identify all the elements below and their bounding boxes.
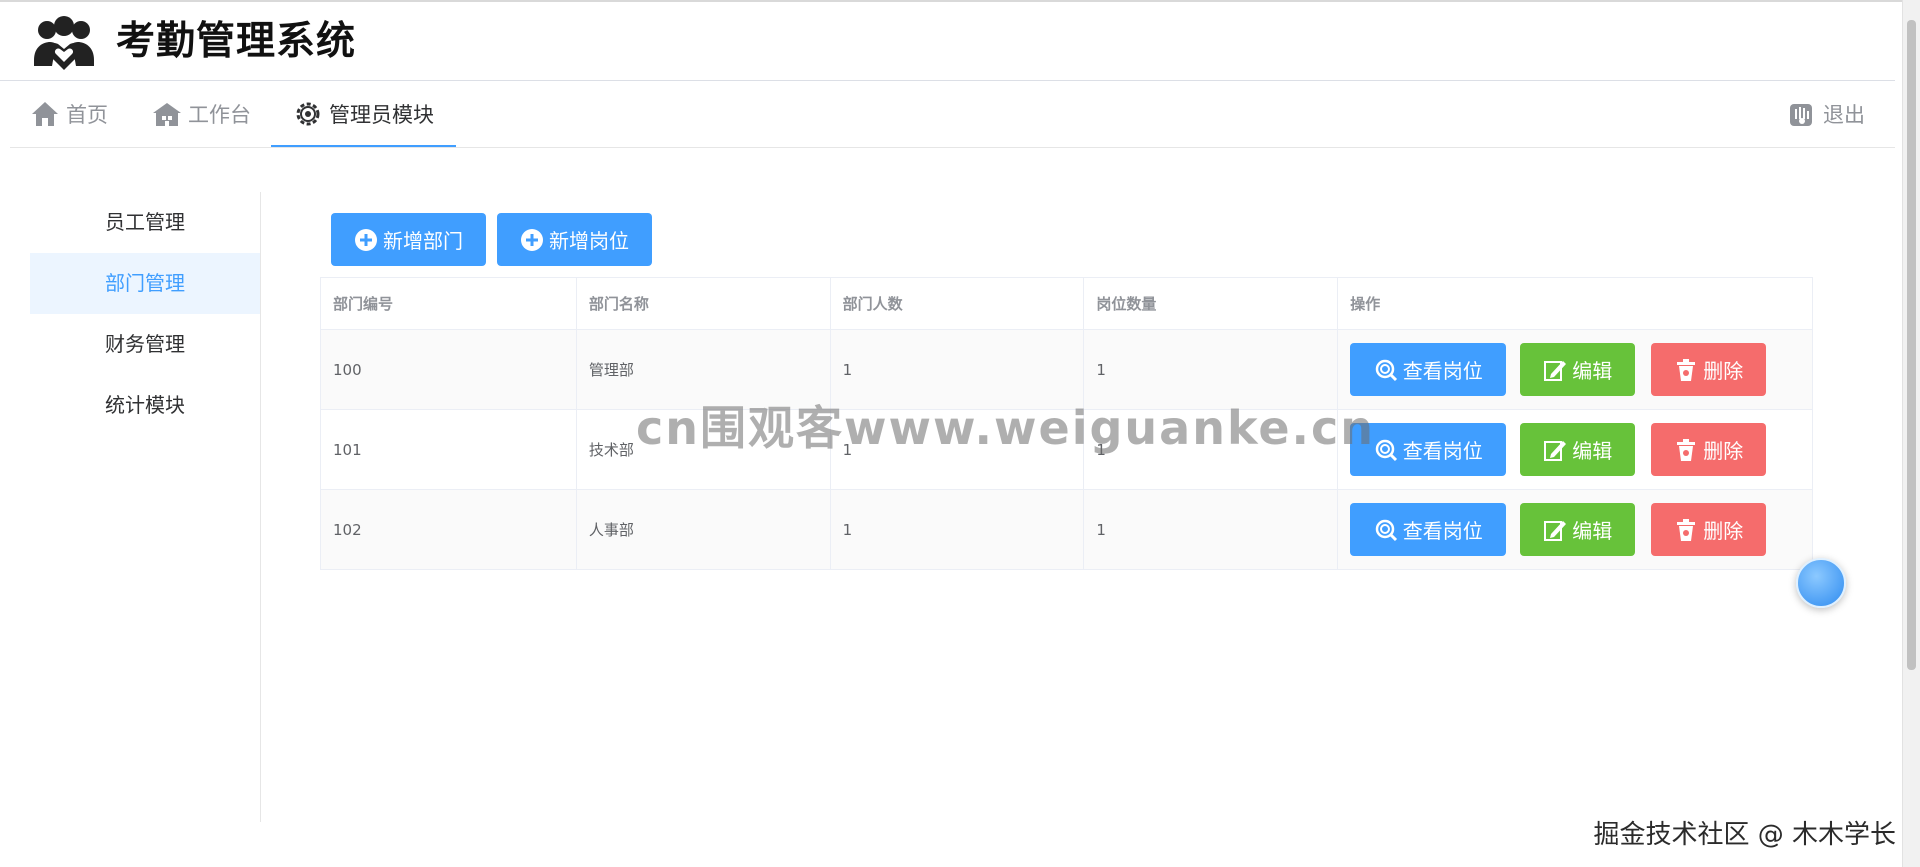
sidebar: 员工管理 部门管理 财务管理 统计模块 [30, 192, 261, 822]
trash-icon [1674, 518, 1698, 542]
circle-plus-icon [354, 228, 378, 252]
cell-dept-name: 人事部 [575, 489, 831, 570]
logout-button[interactable]: 退出 [1787, 81, 1865, 147]
edit-icon [1543, 518, 1567, 542]
cell-dept-id: 100 [320, 329, 577, 410]
edit-icon [1543, 438, 1567, 462]
nav-workbench[interactable]: 工作台 [152, 81, 251, 147]
app-header: 考勤管理系统 [0, 0, 1895, 81]
cell-actions: 查看岗位 编辑 删除 [1337, 409, 1813, 490]
edit-icon [1543, 358, 1567, 382]
gear-icon [293, 99, 323, 129]
cell-dept-id: 101 [320, 409, 577, 490]
delete-label: 删除 [1703, 359, 1744, 383]
sidebar-item-department[interactable]: 部门管理 [30, 253, 260, 314]
add-post-label: 新增岗位 [549, 229, 629, 253]
cell-dept-posts: 1 [1083, 489, 1339, 570]
users-heart-icon [30, 16, 98, 72]
house-icon [152, 99, 182, 129]
floating-assistant-button[interactable] [1796, 558, 1846, 608]
scrollbar-thumb[interactable] [1907, 20, 1916, 670]
sidebar-item-finance[interactable]: 财务管理 [30, 314, 260, 375]
view-posts-button[interactable]: 查看岗位 [1350, 503, 1507, 556]
delete-button[interactable]: 删除 [1651, 503, 1767, 556]
view-posts-label: 查看岗位 [1402, 439, 1483, 463]
edit-label: 编辑 [1572, 359, 1613, 383]
column-header: 岗位数量 [1083, 277, 1339, 330]
cell-dept-id: 102 [320, 489, 577, 570]
search-icon [1374, 438, 1398, 462]
delete-label: 删除 [1703, 519, 1744, 543]
delete-label: 删除 [1703, 439, 1744, 463]
view-posts-button[interactable]: 查看岗位 [1350, 343, 1507, 396]
cell-actions: 查看岗位 编辑 删除 [1337, 489, 1813, 570]
edit-label: 编辑 [1572, 519, 1613, 543]
delete-button[interactable]: 删除 [1651, 343, 1767, 396]
column-header: 部门人数 [829, 277, 1085, 330]
top-nav: 首页 工作台 管理员模块 退出 [10, 81, 1895, 148]
view-posts-label: 查看岗位 [1402, 519, 1483, 543]
watermark-corner: 掘金技术社区 @ 木木学长 [1593, 820, 1896, 850]
nav-admin-module[interactable]: 管理员模块 [271, 81, 456, 147]
trash-icon [1674, 358, 1698, 382]
search-icon [1374, 358, 1398, 382]
watermark-center: cn围观客www.weiguanke.cn [636, 401, 1376, 455]
trash-icon [1674, 438, 1698, 462]
edit-button[interactable]: 编辑 [1520, 503, 1636, 556]
edit-label: 编辑 [1572, 439, 1613, 463]
table-header-row: 部门编号 部门名称 部门人数 岗位数量 操作 [320, 277, 1813, 330]
circle-plus-icon [520, 228, 544, 252]
view-posts-label: 查看岗位 [1402, 359, 1483, 383]
home-icon [30, 99, 60, 129]
table-row: 102 人事部 1 1 查看岗位 编辑 删除 [320, 489, 1813, 570]
add-department-button[interactable]: 新增部门 [331, 213, 486, 266]
nav-home-label: 首页 [66, 103, 108, 127]
logout-label: 退出 [1823, 103, 1865, 127]
column-header: 操作 [1337, 277, 1813, 330]
sidebar-item-statistics[interactable]: 统计模块 [30, 375, 260, 436]
column-header: 部门名称 [575, 277, 831, 330]
add-department-label: 新增部门 [383, 229, 463, 253]
edit-button[interactable]: 编辑 [1520, 343, 1636, 396]
cell-actions: 查看岗位 编辑 删除 [1337, 329, 1813, 410]
nav-workbench-label: 工作台 [188, 103, 251, 127]
nav-home[interactable]: 首页 [30, 81, 108, 147]
cell-dept-people: 1 [829, 489, 1085, 570]
sidebar-item-employee[interactable]: 员工管理 [30, 192, 260, 253]
nav-admin-label: 管理员模块 [329, 103, 434, 127]
app-title: 考勤管理系统 [116, 19, 357, 64]
search-icon [1374, 518, 1398, 542]
hand-icon [1787, 99, 1817, 129]
column-header: 部门编号 [320, 277, 577, 330]
edit-button[interactable]: 编辑 [1520, 423, 1636, 476]
vertical-scrollbar[interactable] [1902, 0, 1920, 867]
add-post-button[interactable]: 新增岗位 [497, 213, 652, 266]
delete-button[interactable]: 删除 [1651, 423, 1767, 476]
